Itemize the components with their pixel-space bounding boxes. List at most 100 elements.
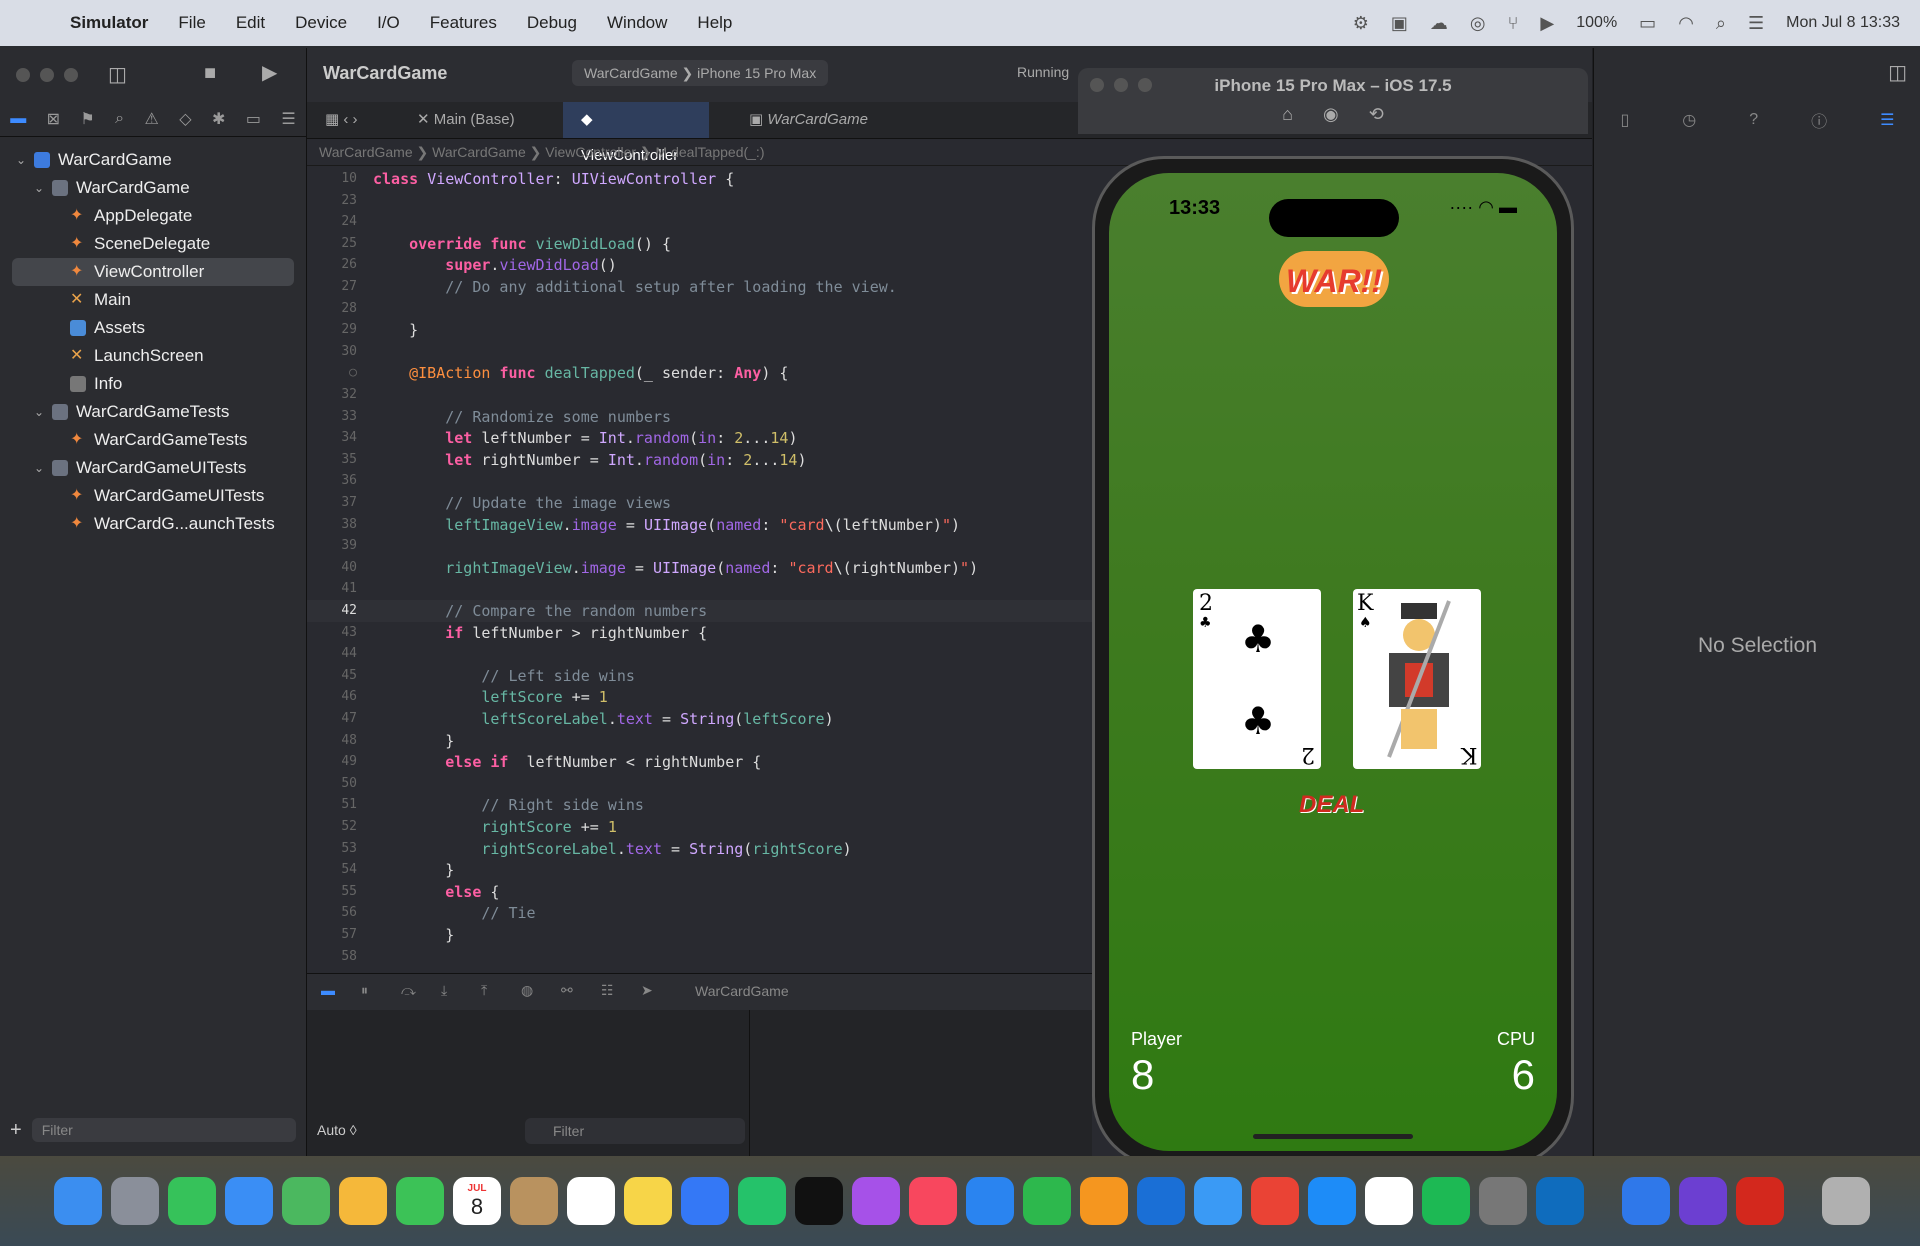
file-tree-item[interactable]: ✕ Main	[0, 286, 306, 314]
line-number[interactable]: 50	[307, 776, 357, 791]
battery-icon[interactable]: ▭	[1639, 13, 1656, 34]
line-number[interactable]: 52	[307, 819, 357, 834]
disclosure-chevron-icon[interactable]: ⌄	[34, 174, 44, 202]
line-number[interactable]: 41	[307, 581, 357, 596]
step-in-icon[interactable]: ⤓	[441, 982, 447, 999]
line-number[interactable]: 25	[307, 236, 357, 251]
line-number[interactable]: 39	[307, 538, 357, 553]
code-line[interactable]: }	[373, 321, 418, 339]
variables-scope-select[interactable]: Auto ◊	[317, 1122, 357, 1138]
dock-acrobat-icon[interactable]	[1736, 1177, 1784, 1225]
grid-icon[interactable]: ▦ ‹ ›	[307, 102, 376, 138]
line-number[interactable]: 57	[307, 927, 357, 942]
menu-help[interactable]: Help	[697, 13, 732, 33]
file-tree-item[interactable]: ✦ WarCardG...aunchTests	[0, 510, 306, 538]
code-line[interactable]: leftImageView.image = UIImage(named: "ca…	[373, 516, 960, 534]
code-line[interactable]: super.viewDidLoad()	[373, 256, 617, 274]
file-tree-item[interactable]: ⌄ WarCardGameUITests	[0, 454, 306, 482]
help-inspector-icon[interactable]: ?	[1749, 111, 1758, 129]
menu-window[interactable]: Window	[607, 13, 667, 33]
code-line[interactable]: let leftNumber = Int.random(in: 2...14)	[373, 429, 797, 447]
code-line[interactable]: // Left side wins	[373, 667, 635, 685]
code-line[interactable]: leftScoreLabel.text = String(leftScore)	[373, 710, 833, 728]
minimize-window-icon[interactable]	[40, 68, 54, 82]
file-tree-item[interactable]: ⌄ WarCardGameTests	[0, 398, 306, 426]
zoom-window-icon[interactable]	[64, 68, 78, 82]
file-tree-item[interactable]: Info	[0, 370, 306, 398]
memory-graph-icon[interactable]: ⚯	[561, 982, 573, 999]
dock-podcasts-icon[interactable]	[852, 1177, 900, 1225]
file-inspector-icon[interactable]: ▯	[1620, 110, 1629, 130]
line-number[interactable]: 58	[307, 949, 357, 964]
dock-music-icon[interactable]	[909, 1177, 957, 1225]
dock-chrome-icon[interactable]	[1251, 1177, 1299, 1225]
close-window-icon[interactable]	[16, 68, 30, 82]
report-icon[interactable]: ☰	[281, 109, 295, 129]
line-number[interactable]: 26	[307, 257, 357, 272]
line-number[interactable]: 23	[307, 193, 357, 208]
line-number[interactable]: 48	[307, 733, 357, 748]
line-number[interactable]: 55	[307, 884, 357, 899]
bookmark-icon[interactable]: ⚑	[80, 109, 94, 129]
line-number[interactable]: 53	[307, 841, 357, 856]
dock-trash-icon[interactable]	[1822, 1177, 1870, 1225]
add-file-icon[interactable]: +	[10, 1119, 22, 1142]
file-tree-item[interactable]: ✦ SceneDelegate	[0, 230, 306, 258]
dock-system-settings-icon[interactable]	[1479, 1177, 1527, 1225]
code-line[interactable]: // Right side wins	[373, 796, 644, 814]
line-number[interactable]: 36	[307, 473, 357, 488]
dock-notes-icon[interactable]	[624, 1177, 672, 1225]
console-filter-input[interactable]: Filter	[525, 1118, 745, 1144]
code-line[interactable]: // Compare the random numbers	[373, 602, 707, 620]
dock-messages-icon[interactable]	[168, 1177, 216, 1225]
dock-maps-icon[interactable]	[282, 1177, 330, 1225]
dock-pycharm-icon[interactable]	[738, 1177, 786, 1225]
source-control-icon[interactable]: ⊠	[47, 109, 60, 129]
line-number[interactable]: 42	[307, 603, 357, 618]
code-line[interactable]: else {	[373, 883, 499, 901]
dock-tv-icon[interactable]	[795, 1177, 843, 1225]
find-icon[interactable]: ⌕	[115, 110, 124, 128]
dock-outlook-icon[interactable]	[1536, 1177, 1584, 1225]
line-number[interactable]: 24	[307, 214, 357, 229]
line-number[interactable]: 47	[307, 711, 357, 726]
line-number[interactable]: 10	[307, 171, 357, 186]
dock-pages-icon[interactable]	[1080, 1177, 1128, 1225]
tab-warcardgame[interactable]: ▣ WarCardGame	[731, 102, 886, 138]
code-line[interactable]: else if leftNumber < rightNumber {	[373, 753, 761, 771]
code-line[interactable]: }	[373, 732, 454, 750]
project-navigator-icon[interactable]: ▬	[10, 110, 26, 128]
tab-viewcontroller[interactable]: ◆ ViewController	[563, 102, 709, 164]
dock-chatgpt-icon[interactable]	[1365, 1177, 1413, 1225]
file-tree-item[interactable]: Assets	[0, 314, 306, 342]
identity-inspector-icon[interactable]: ⓘ	[1811, 108, 1827, 132]
issue-icon[interactable]: ⚠	[145, 109, 159, 129]
dock-app-store-icon[interactable]	[1308, 1177, 1356, 1225]
line-number[interactable]: 35	[307, 452, 357, 467]
test-icon[interactable]: ◇	[179, 109, 191, 129]
line-number[interactable]: 40	[307, 560, 357, 575]
menu-io[interactable]: I/O	[377, 13, 400, 33]
history-inspector-icon[interactable]: ◷	[1682, 110, 1696, 130]
code-line[interactable]: // Randomize some numbers	[373, 408, 671, 426]
toggle-sidebar-icon[interactable]: ◫	[108, 62, 127, 87]
line-number[interactable]: 56	[307, 905, 357, 920]
dock-reminders-icon[interactable]	[567, 1177, 615, 1225]
toggle-inspector-icon[interactable]: ◫	[1888, 60, 1907, 85]
line-number[interactable]: 46	[307, 689, 357, 704]
breakpoint-icon[interactable]: ▭	[246, 109, 261, 129]
file-tree-item[interactable]: ⌄ WarCardGame	[0, 146, 306, 174]
rotate-icon[interactable]: ⟲	[1369, 104, 1384, 124]
file-tree-item[interactable]: ✦ WarCardGameUITests	[0, 482, 306, 510]
pause-icon[interactable]: ⏸	[361, 982, 368, 999]
menu-features[interactable]: Features	[430, 13, 497, 33]
cloud-status-icon[interactable]: ☁	[1430, 13, 1448, 34]
line-number[interactable]: 44	[307, 646, 357, 661]
screenshot-icon[interactable]: ◉	[1323, 104, 1339, 124]
file-tree-item[interactable]: ✦ AppDelegate	[0, 202, 306, 230]
code-line[interactable]: @IBAction func dealTapped(_ sender: Any)…	[373, 364, 788, 382]
dock-xcode-icon[interactable]	[681, 1177, 729, 1225]
dock-calendar-icon[interactable]: JUL 8	[453, 1177, 501, 1225]
code-line[interactable]: class ViewController: UIViewController {	[373, 170, 734, 188]
file-tree-item[interactable]: ⌄ WarCardGame	[0, 174, 306, 202]
